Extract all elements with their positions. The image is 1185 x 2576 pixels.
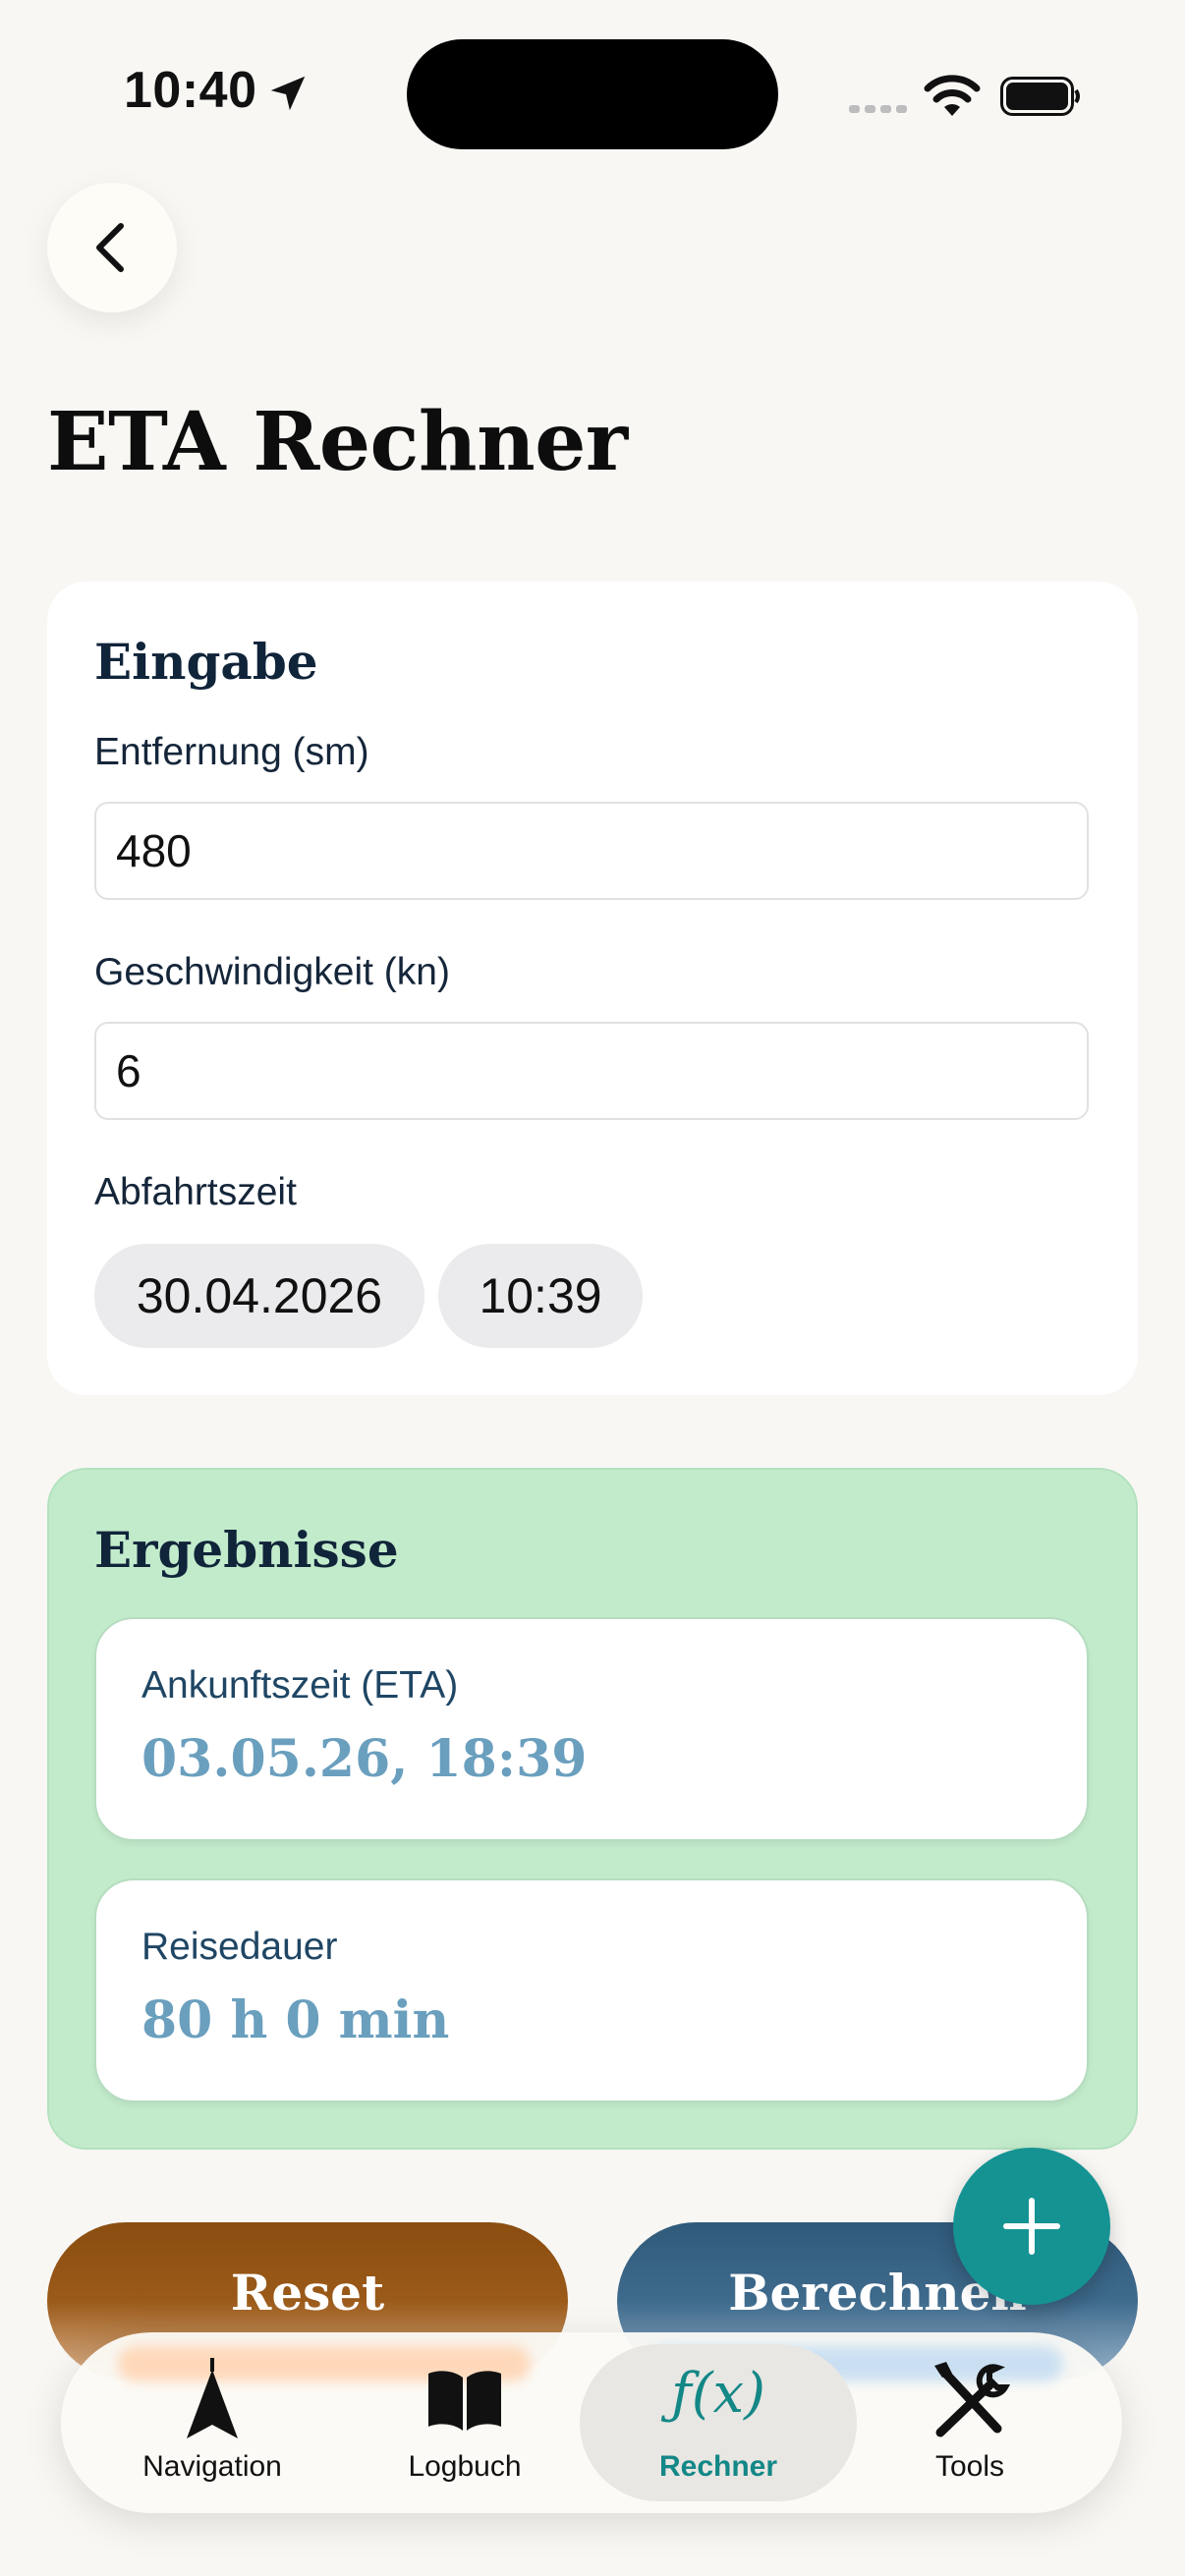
plus-icon (1003, 2198, 1060, 2255)
dynamic-island (407, 39, 778, 149)
tab-tools-label: Tools (934, 2450, 1005, 2483)
distance-label: Entfernung (sm) (94, 731, 369, 773)
tab-logbuch[interactable]: Logbuch (367, 2356, 563, 2493)
input-card: Eingabe Entfernung (sm) 480 Geschwindigk… (47, 582, 1138, 1395)
add-button[interactable] (953, 2148, 1110, 2305)
duration-result: Reisedauer 80 h 0 min (94, 1878, 1089, 2102)
departure-time-picker[interactable]: 10:39 (438, 1244, 643, 1348)
tools-icon (934, 2362, 1011, 2437)
results-card: Ergebnisse Ankunftszeit (ETA) 03.05.26, … (47, 1468, 1138, 2150)
tab-navigation[interactable]: Navigation (114, 2356, 310, 2493)
status-time: 10:40 (124, 62, 257, 119)
tab-navigation-label: Navigation (142, 2450, 282, 2483)
tab-rechner-label: Rechner (658, 2450, 778, 2483)
distance-input[interactable]: 480 (94, 802, 1089, 900)
duration-label: Reisedauer (141, 1926, 338, 1968)
results-section-title: Ergebnisse (94, 1521, 399, 1579)
wifi-icon (924, 75, 981, 116)
eta-result: Ankunftszeit (ETA) 03.05.26, 18:39 (94, 1617, 1089, 1841)
eta-label: Ankunftszeit (ETA) (141, 1664, 459, 1707)
battery-icon (1000, 77, 1080, 116)
tab-rechner[interactable]: ƒ(x) Rechner (620, 2356, 817, 2493)
speed-label: Geschwindigkeit (kn) (94, 951, 450, 993)
distance-value: 480 (116, 825, 192, 876)
tab-tools[interactable]: Tools (872, 2356, 1068, 2493)
back-button[interactable] (47, 183, 177, 312)
book-icon (428, 2371, 501, 2431)
departure-label: Abfahrtszeit (94, 1171, 297, 1213)
reset-button-label: Reset (230, 2264, 385, 2322)
location-arrow-icon (270, 76, 306, 111)
departure-date-picker[interactable]: 30.04.2026 (94, 1244, 424, 1348)
chevron-left-icon (96, 223, 124, 272)
eta-value: 03.05.26, 18:39 (141, 1729, 588, 1789)
speed-value: 6 (116, 1045, 141, 1096)
duration-value: 80 h 0 min (141, 1990, 450, 2050)
cellular-signal-icon (849, 105, 907, 113)
function-icon: ƒ(x) (670, 2362, 765, 2426)
tab-logbuch-label: Logbuch (408, 2450, 522, 2483)
input-section-title: Eingabe (94, 633, 318, 691)
page-title: ETA Rechner (47, 395, 628, 489)
navigation-arrow-icon (187, 2358, 238, 2438)
speed-input[interactable]: 6 (94, 1022, 1089, 1120)
